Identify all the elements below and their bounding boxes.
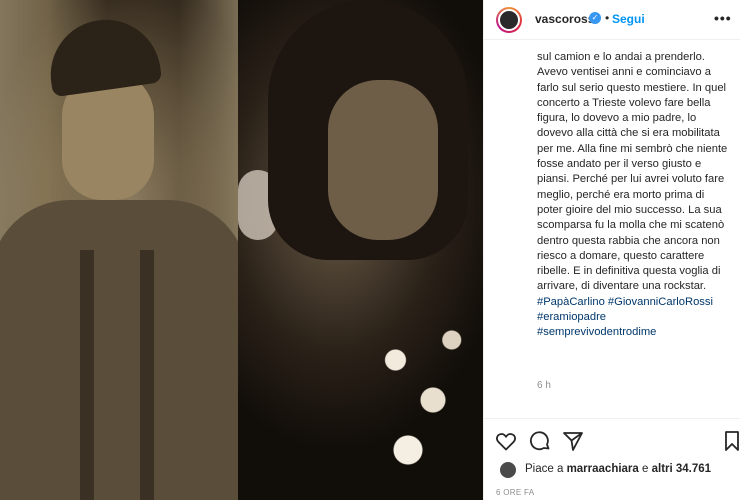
caption: sul camion e lo andai a prenderlo. Avevo… — [537, 50, 733, 341]
avatar[interactable] — [496, 7, 522, 33]
soldier-photo — [0, 0, 248, 500]
post-side-panel: vascorossi ✓ • Segui ••• sul camion e lo… — [483, 0, 740, 500]
likes-text: Piace a marraachiara e altri 34.761 — [525, 463, 712, 475]
liker-avatar — [500, 462, 516, 478]
post-header: vascorossi ✓ • Segui ••• — [484, 0, 740, 40]
separator-dot: • — [605, 11, 610, 25]
bookmark-icon[interactable] — [720, 429, 740, 453]
hashtag-links[interactable]: #PapàCarlino #GiovanniCarloRossi #eramio… — [537, 295, 733, 341]
follow-button[interactable]: Segui — [612, 12, 645, 26]
caption-text: sul camion e lo andai a prenderlo. Avevo… — [537, 51, 728, 293]
action-bar — [484, 418, 740, 458]
comment-time: 6 h — [537, 380, 551, 391]
singer-photo — [238, 0, 483, 500]
verified-badge-icon: ✓ — [589, 12, 601, 24]
likes-count-link[interactable]: altri 34.761 — [652, 463, 711, 475]
more-options-icon[interactable]: ••• — [714, 10, 732, 26]
share-icon[interactable] — [561, 429, 585, 453]
heart-icon[interactable] — [494, 429, 518, 453]
post-media[interactable] — [0, 0, 483, 500]
comment-icon[interactable] — [528, 429, 552, 453]
likes-row: Piace a marraachiara e altri 34.761 — [496, 460, 740, 480]
post-date: 6 ORE FA — [496, 488, 535, 497]
liker-username-link[interactable]: marraachiara — [567, 463, 639, 475]
